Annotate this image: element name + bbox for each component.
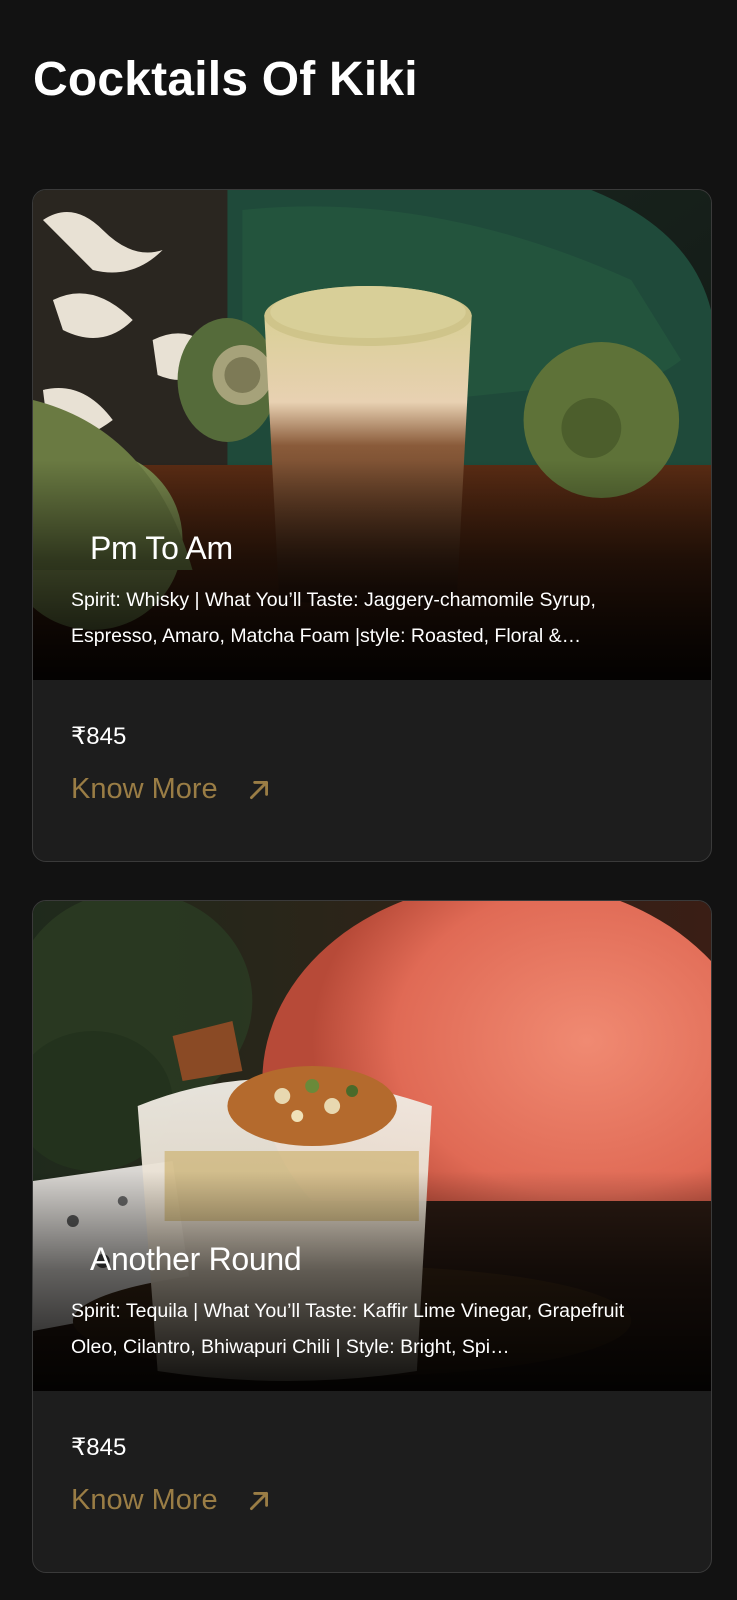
cocktail-description: Spirit: Whisky | What You’ll Taste: Jagg… xyxy=(71,589,596,647)
arrow-up-right-icon xyxy=(246,777,272,803)
cocktail-price: ₹845 xyxy=(71,1434,127,1461)
cocktail-name: Pm To Am xyxy=(90,530,233,566)
cocktail-name: Another Round xyxy=(90,1241,302,1277)
cocktail-price: ₹845 xyxy=(71,723,127,750)
card-footer: ₹845 Know More xyxy=(33,680,711,861)
know-more-label: Know More xyxy=(71,773,218,805)
cocktail-card[interactable]: Pm To Am Spirit: Whisky | What You’ll Ta… xyxy=(32,189,712,862)
cocktail-description: Spirit: Tequila | What You’ll Taste: Kaf… xyxy=(71,1300,625,1358)
know-more-link[interactable]: Know More xyxy=(71,773,272,806)
know-more-link[interactable]: Know More xyxy=(71,1484,272,1517)
arrow-up-right-icon xyxy=(246,1488,272,1514)
page-title: Cocktails Of Kiki xyxy=(33,53,418,106)
card-footer: ₹845 Know More xyxy=(33,1391,711,1572)
cocktail-image: Pm To Am Spirit: Whisky | What You’ll Ta… xyxy=(33,190,711,680)
cocktail-image: Another Round Spirit: Tequila | What You… xyxy=(33,901,711,1391)
cocktail-menu-page: Cocktails Of Kiki Pm To Am Spirit: Whisk… xyxy=(0,0,737,1600)
cocktail-card[interactable]: Another Round Spirit: Tequila | What You… xyxy=(32,900,712,1573)
know-more-label: Know More xyxy=(71,1484,218,1516)
